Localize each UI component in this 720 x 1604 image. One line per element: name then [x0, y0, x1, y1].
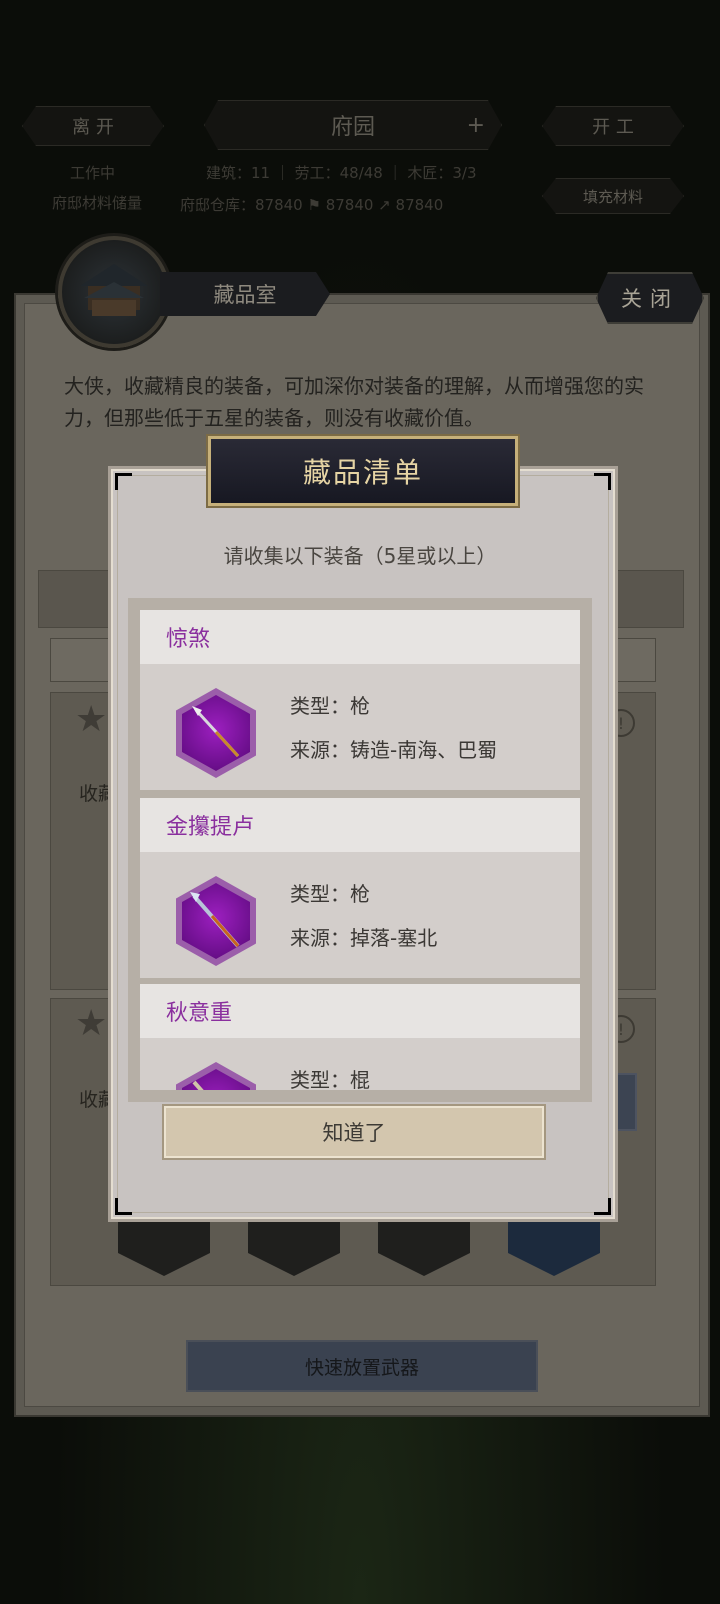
item-source: 来源：铸造-南海、巴蜀	[290, 738, 498, 762]
corner-ornament	[115, 1198, 132, 1215]
corner-ornament	[594, 1198, 611, 1215]
close-button[interactable]: 关闭	[596, 272, 704, 324]
rarity-frame	[176, 688, 256, 778]
corner-ornament	[594, 473, 611, 490]
quick-place-weapons-button[interactable]: 快速放置武器	[186, 1340, 538, 1392]
item-name: 金攥提卢	[140, 798, 580, 852]
item-type: 类型：枪	[290, 694, 370, 718]
item-body: 类型：棍	[140, 1038, 580, 1090]
star-icon: ★	[75, 1003, 108, 1044]
item-name: 惊煞	[140, 610, 580, 664]
corner-ornament	[115, 473, 132, 490]
item-source: 来源：掉落-塞北	[290, 926, 438, 950]
building-stats: 建筑：11 ｜ 劳工：48/48 ｜ 木匠：3/3	[206, 164, 477, 182]
item-type: 类型：棍	[290, 1068, 370, 1090]
add-icon[interactable]: +	[467, 113, 485, 138]
staff-icon	[192, 1080, 240, 1090]
item-body: 类型：枪 来源：铸造-南海、巴蜀	[140, 664, 580, 790]
panel-description: 大侠，收藏精良的装备，可加深你对装备的理解，从而增强您的实力，但那些低于五星的装…	[64, 374, 644, 430]
got-it-button[interactable]: 知道了	[162, 1104, 546, 1160]
star-icon: ★	[75, 699, 108, 740]
status-text: 工作中	[70, 164, 116, 182]
fill-materials-button[interactable]: 填充材料	[542, 178, 684, 214]
list-item[interactable]: 秋意重 类型：棍	[140, 984, 580, 1090]
item-name: 秋意重	[140, 984, 580, 1038]
warehouse-stats: 府邸仓库：87840 ⚑ 87840 ↗ 87840	[180, 196, 444, 214]
spear-icon	[190, 892, 240, 948]
panel-title: 藏品室	[160, 272, 330, 316]
list-item[interactable]: 惊煞 类型：枪 来源：铸造-南海、巴蜀	[140, 610, 580, 790]
start-work-button[interactable]: 开 工	[542, 106, 684, 146]
leave-button[interactable]: 离 开	[22, 106, 164, 146]
collection-list[interactable]: 惊煞 类型：枪 来源：铸造-南海、巴蜀 金攥提卢 类型：枪 来源：掉落-塞北 秋…	[128, 598, 592, 1102]
garden-title-bar: 府园 +	[204, 100, 502, 150]
top-hud: 离 开 府园 + 开 工 工作中 府邸材料储量 建筑：11 ｜ 劳工：48/48…	[0, 90, 720, 260]
storage-caption: 府邸材料储量	[52, 194, 143, 212]
spear-icon	[192, 706, 240, 758]
item-body: 类型：枪 来源：掉落-塞北	[140, 852, 580, 978]
modal-subtitle: 请收集以下装备（5星或以上）	[223, 544, 497, 568]
list-item[interactable]: 金攥提卢 类型：枪 来源：掉落-塞北	[140, 798, 580, 978]
garden-title: 府园	[330, 115, 375, 140]
modal-title: 藏品清单	[208, 436, 518, 506]
rarity-frame	[176, 1062, 256, 1090]
building-icon	[58, 236, 170, 348]
list-viewport: 惊煞 类型：枪 来源：铸造-南海、巴蜀 金攥提卢 类型：枪 来源：掉落-塞北 秋…	[140, 610, 580, 1090]
item-type: 类型：枪	[290, 882, 370, 906]
rarity-frame	[176, 876, 256, 966]
